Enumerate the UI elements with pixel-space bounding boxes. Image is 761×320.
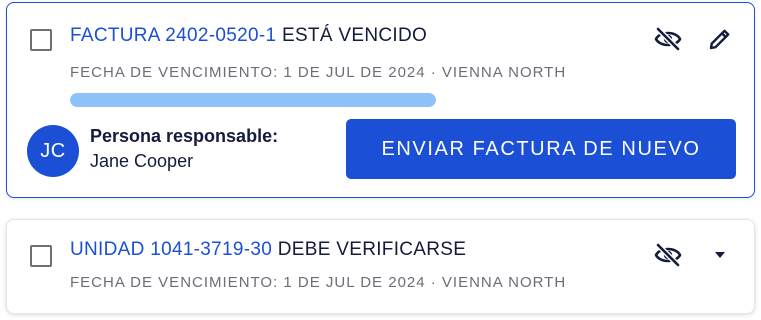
eye-off-icon — [654, 242, 682, 268]
select-checkbox[interactable] — [30, 29, 52, 51]
status-text: ESTÁ VENCIDO — [281, 25, 428, 46]
progress-fill — [70, 93, 436, 107]
responsible-name: Jane Cooper — [90, 151, 194, 171]
status-text: DEBE VERIFICARSE — [277, 239, 467, 260]
task-card-unit[interactable]: UNIDAD 1041-3719-30 DEBE VERIFICARSE FEC… — [6, 219, 755, 314]
pencil-icon — [709, 29, 730, 50]
unit-link[interactable]: UNIDAD 1041-3719-30 — [70, 239, 272, 260]
due-date-meta: FECHA DE VENCIMIENTO: 1 DE JUL DE 2024 ·… — [70, 64, 567, 81]
card-title: UNIDAD 1041-3719-30 DEBE VERIFICARSE — [70, 238, 466, 262]
responsible-label: Persona responsable: — [90, 126, 279, 146]
eye-off-icon — [654, 26, 682, 52]
select-checkbox[interactable] — [30, 245, 52, 267]
avatar: JC — [27, 125, 79, 177]
expand-button[interactable] — [704, 239, 736, 271]
task-card-invoice[interactable]: FACTURA 2402-0520-1 ESTÁ VENCIDO FECHA D… — [6, 2, 755, 198]
due-date-meta: FECHA DE VENCIMIENTO: 1 DE JUL DE 2024 ·… — [70, 274, 567, 291]
hide-button[interactable] — [652, 239, 684, 271]
hide-button[interactable] — [652, 23, 684, 55]
caret-down-icon — [715, 252, 725, 258]
card-title: FACTURA 2402-0520-1 ESTÁ VENCIDO — [70, 24, 427, 48]
invoice-link[interactable]: FACTURA 2402-0520-1 — [70, 25, 276, 46]
edit-button[interactable] — [704, 23, 736, 55]
resend-invoice-button[interactable]: ENVIAR FACTURA DE NUEVO — [346, 119, 736, 179]
progress-bar — [70, 93, 436, 107]
